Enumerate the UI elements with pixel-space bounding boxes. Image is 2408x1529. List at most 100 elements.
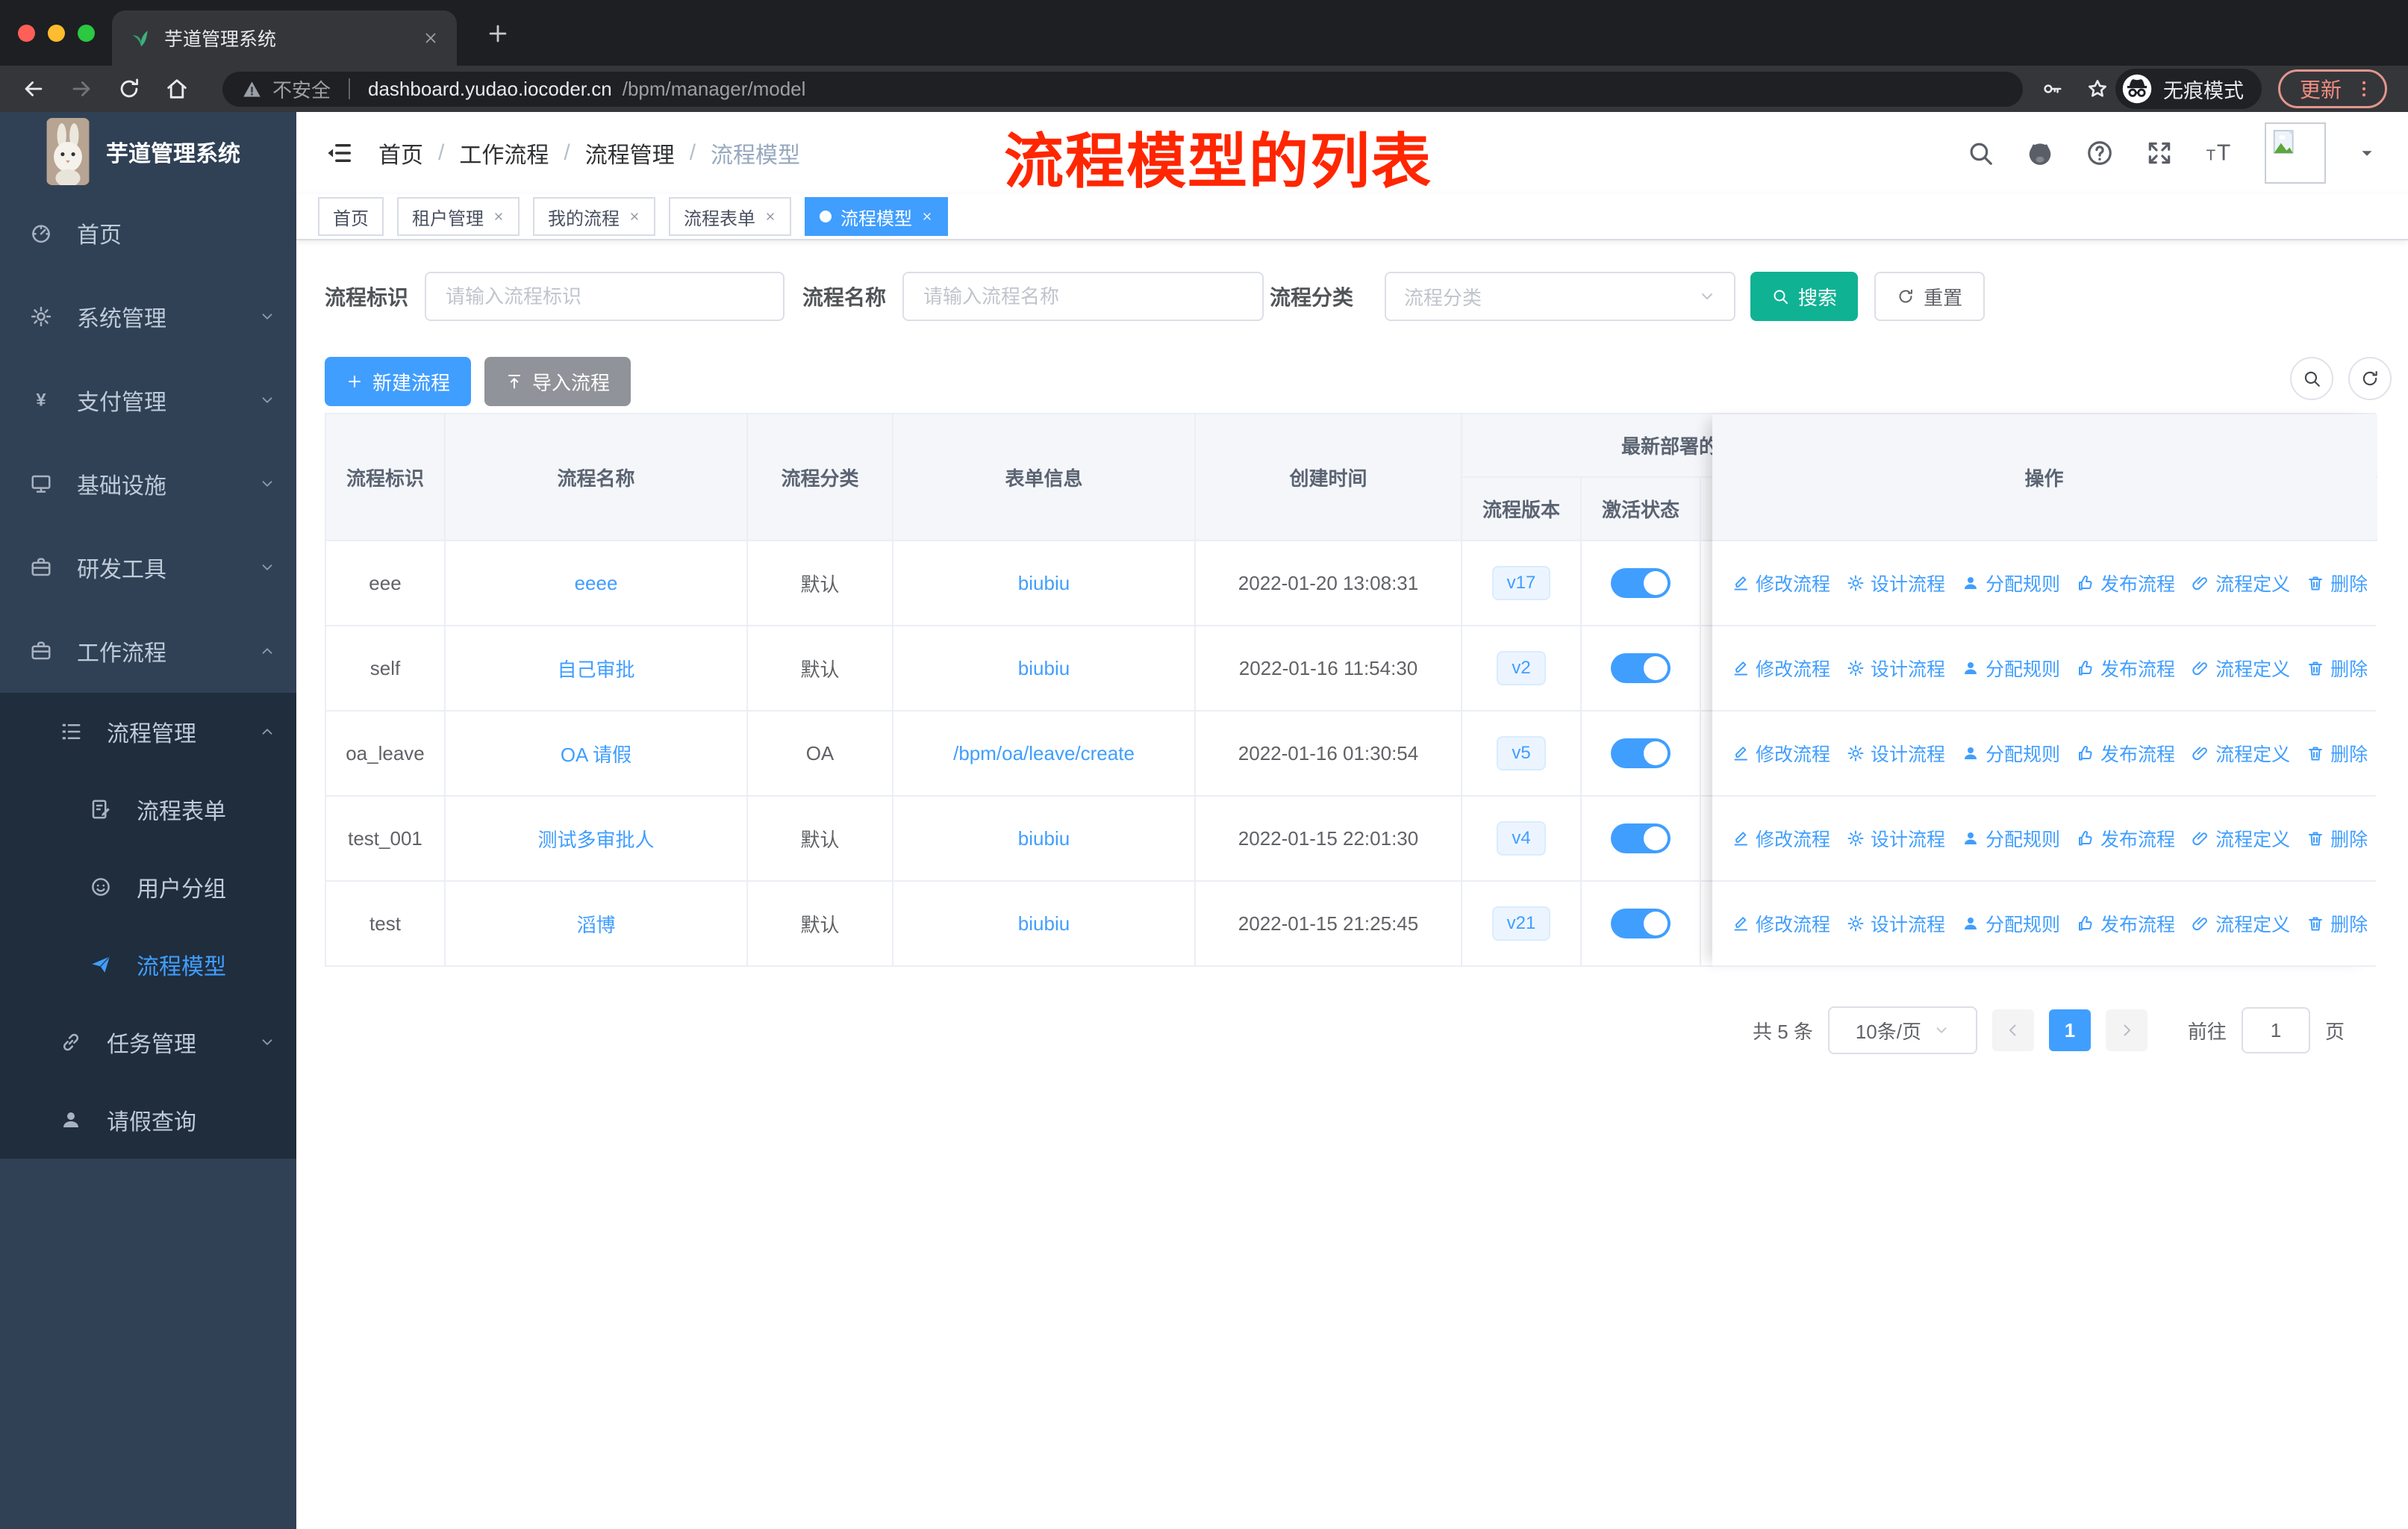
action-assign-rule[interactable]: 分配规则 bbox=[1962, 740, 2060, 767]
model-name-link[interactable]: eeee bbox=[575, 572, 618, 595]
tab-process-model[interactable]: 流程模型 bbox=[805, 197, 948, 236]
breadcrumb-item[interactable]: 流程管理 bbox=[585, 137, 675, 169]
sidebar-item-workflow[interactable]: 工作流程 bbox=[0, 609, 296, 693]
action-publish[interactable]: 发布流程 bbox=[2077, 655, 2175, 682]
model-name-link[interactable]: 滔博 bbox=[576, 910, 615, 938]
action-design[interactable]: 设计流程 bbox=[1847, 910, 1945, 937]
refresh-table-button[interactable] bbox=[2348, 357, 2392, 400]
action-modify[interactable]: 修改流程 bbox=[1732, 655, 1830, 682]
model-name-link[interactable]: 测试多审批人 bbox=[537, 825, 654, 853]
action-delete[interactable]: 删除 bbox=[2306, 570, 2368, 597]
tab-process-form[interactable]: 流程表单 bbox=[669, 197, 791, 236]
avatar-caret-icon[interactable] bbox=[2357, 143, 2377, 163]
sidebar-item-infra[interactable]: 基础设施 bbox=[0, 442, 296, 526]
search-button[interactable]: 搜索 bbox=[1750, 272, 1859, 321]
update-button[interactable]: 更新 bbox=[2277, 69, 2387, 108]
reset-button[interactable]: 重置 bbox=[1874, 272, 1986, 321]
browser-menu-icon[interactable] bbox=[2354, 78, 2374, 99]
action-publish[interactable]: 发布流程 bbox=[2077, 825, 2175, 852]
action-delete[interactable]: 删除 bbox=[2306, 655, 2368, 682]
action-modify[interactable]: 修改流程 bbox=[1732, 740, 1830, 767]
filter-name-input[interactable] bbox=[902, 272, 1264, 321]
sidebar-toggle-icon[interactable] bbox=[325, 139, 353, 167]
window-minimize-button[interactable] bbox=[48, 25, 65, 42]
next-page-button[interactable] bbox=[2105, 1009, 2147, 1051]
import-process-button[interactable]: 导入流程 bbox=[484, 357, 631, 406]
active-toggle[interactable] bbox=[1611, 823, 1671, 853]
new-tab-button[interactable] bbox=[485, 21, 511, 46]
action-publish[interactable]: 发布流程 bbox=[2077, 570, 2175, 597]
action-assign-rule[interactable]: 分配规则 bbox=[1962, 910, 2060, 937]
question-icon[interactable] bbox=[2086, 139, 2114, 167]
sidebar-item-devtools[interactable]: 研发工具 bbox=[0, 526, 296, 609]
window-close-button[interactable] bbox=[18, 25, 35, 42]
user-avatar[interactable] bbox=[2265, 122, 2326, 184]
tab-tenant[interactable]: 租户管理 bbox=[397, 197, 520, 236]
forward-button[interactable] bbox=[69, 76, 94, 102]
prev-page-button[interactable] bbox=[1991, 1009, 2034, 1051]
tab-home[interactable]: 首页 bbox=[318, 197, 384, 236]
action-definition[interactable]: 流程定义 bbox=[2192, 570, 2290, 597]
action-modify[interactable]: 修改流程 bbox=[1732, 825, 1830, 852]
github-icon[interactable] bbox=[2026, 139, 2054, 167]
sidebar-item-system[interactable]: 系统管理 bbox=[0, 275, 296, 358]
close-icon[interactable] bbox=[764, 211, 776, 222]
filter-key-input[interactable] bbox=[425, 272, 785, 321]
action-design[interactable]: 设计流程 bbox=[1847, 570, 1945, 597]
password-key-icon[interactable] bbox=[2041, 78, 2063, 100]
action-design[interactable]: 设计流程 bbox=[1847, 655, 1945, 682]
action-definition[interactable]: 流程定义 bbox=[2192, 825, 2290, 852]
action-definition[interactable]: 流程定义 bbox=[2192, 655, 2290, 682]
sidebar-item-process-model[interactable]: 流程模型 bbox=[0, 926, 296, 1003]
sidebar-item-task-mgmt[interactable]: 任务管理 bbox=[0, 1003, 296, 1081]
model-name-link[interactable]: OA 请假 bbox=[561, 740, 631, 767]
tab-close-icon[interactable] bbox=[422, 30, 439, 46]
filter-category-select[interactable]: 流程分类 bbox=[1385, 272, 1736, 321]
sidebar-item-home[interactable]: 首页 bbox=[0, 191, 296, 275]
active-toggle[interactable] bbox=[1611, 909, 1671, 938]
sidebar-item-process-form[interactable]: 流程表单 bbox=[0, 770, 296, 848]
search-icon[interactable] bbox=[1966, 139, 1994, 167]
action-publish[interactable]: 发布流程 bbox=[2077, 910, 2175, 937]
action-design[interactable]: 设计流程 bbox=[1847, 740, 1945, 767]
address-bar[interactable]: 不安全 dashboard.yudao.iocoder.cn/bpm/manag… bbox=[222, 71, 2023, 107]
form-info-link[interactable]: biubiu bbox=[1018, 827, 1070, 850]
browser-tab[interactable]: 芋道管理系统 bbox=[112, 10, 457, 66]
sidebar-item-leave-query[interactable]: 请假查询 bbox=[0, 1081, 296, 1159]
active-toggle[interactable] bbox=[1611, 568, 1671, 598]
reload-button[interactable] bbox=[116, 76, 142, 102]
sidebar-item-user-group[interactable]: 用户分组 bbox=[0, 848, 296, 926]
action-definition[interactable]: 流程定义 bbox=[2192, 740, 2290, 767]
model-name-link[interactable]: 自己审批 bbox=[557, 655, 634, 682]
home-button[interactable] bbox=[164, 76, 190, 102]
close-icon[interactable] bbox=[921, 211, 933, 222]
action-assign-rule[interactable]: 分配规则 bbox=[1962, 825, 2060, 852]
action-design[interactable]: 设计流程 bbox=[1847, 825, 1945, 852]
action-modify[interactable]: 修改流程 bbox=[1732, 570, 1830, 597]
close-icon[interactable] bbox=[628, 211, 640, 222]
form-info-link[interactable]: biubiu bbox=[1018, 572, 1070, 595]
sidebar-item-process-mgmt[interactable]: 流程管理 bbox=[0, 693, 296, 770]
font-size-icon[interactable]: TT bbox=[2205, 139, 2233, 167]
close-icon[interactable] bbox=[493, 211, 505, 222]
window-zoom-button[interactable] bbox=[78, 25, 95, 42]
action-definition[interactable]: 流程定义 bbox=[2192, 910, 2290, 937]
action-modify[interactable]: 修改流程 bbox=[1732, 910, 1830, 937]
form-info-link[interactable]: biubiu bbox=[1018, 912, 1070, 935]
form-info-link[interactable]: biubiu bbox=[1018, 657, 1070, 680]
toggle-search-button[interactable] bbox=[2290, 357, 2333, 400]
breadcrumb-item[interactable]: 首页 bbox=[378, 137, 423, 169]
breadcrumb-item[interactable]: 工作流程 bbox=[459, 137, 549, 169]
security-label[interactable]: 不安全 bbox=[272, 75, 331, 103]
action-assign-rule[interactable]: 分配规则 bbox=[1962, 655, 2060, 682]
action-delete[interactable]: 删除 bbox=[2306, 825, 2368, 852]
tab-my-process[interactable]: 我的流程 bbox=[533, 197, 655, 236]
fullscreen-icon[interactable] bbox=[2145, 139, 2174, 167]
page-size-select[interactable]: 10条/页 bbox=[1827, 1006, 1977, 1054]
current-page-button[interactable]: 1 bbox=[2048, 1009, 2091, 1051]
goto-page-input[interactable] bbox=[2241, 1007, 2310, 1053]
action-delete[interactable]: 删除 bbox=[2306, 740, 2368, 767]
active-toggle[interactable] bbox=[1611, 738, 1671, 768]
action-delete[interactable]: 删除 bbox=[2306, 910, 2368, 937]
bookmark-star-icon[interactable] bbox=[2086, 77, 2109, 101]
